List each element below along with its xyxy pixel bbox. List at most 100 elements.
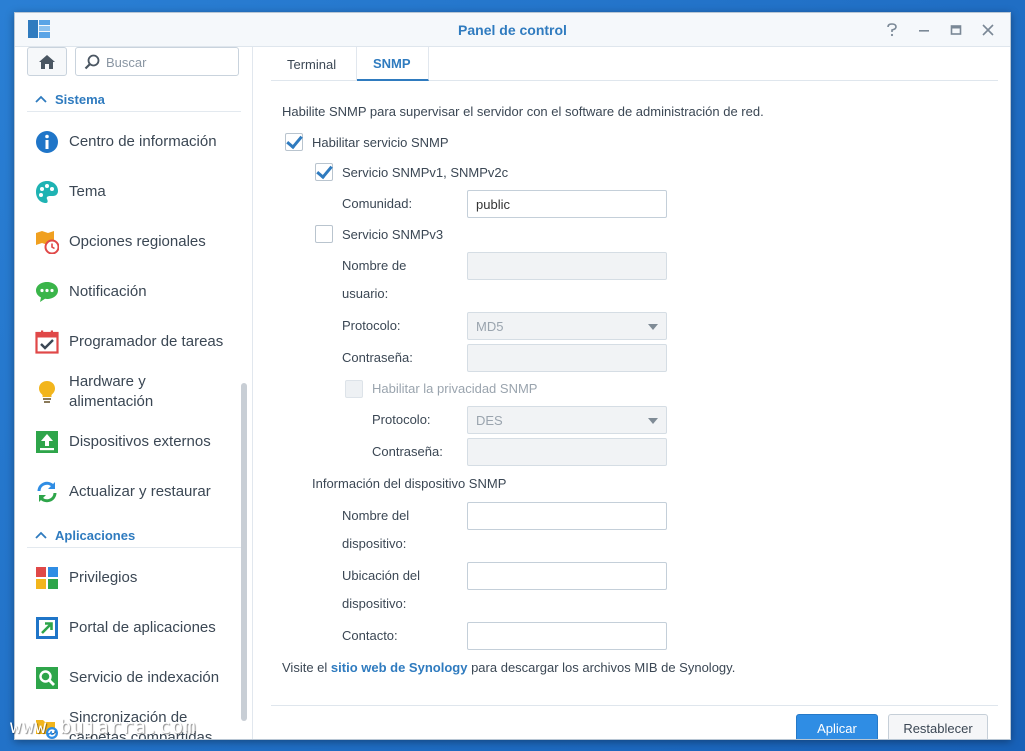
protocol-select[interactable]: MD5 <box>467 312 667 340</box>
sidebar-item-notificacion[interactable]: Notificación <box>27 272 241 312</box>
privacy-label: Habilitar la privacidad SNMP <box>372 381 538 396</box>
section-divider <box>27 111 241 112</box>
sidebar-item-tema[interactable]: Tema <box>27 172 241 212</box>
minimize-icon[interactable] <box>912 19 936 41</box>
device-name-input[interactable] <box>467 502 667 530</box>
chevron-down-icon <box>648 418 658 424</box>
privacy-password-label: Contraseña: <box>372 444 443 459</box>
sidebar-item-label: Servicio de indexación <box>69 669 220 686</box>
password-label: Contraseña: <box>342 350 413 365</box>
sidebar-item-label: Hardware y alimentación <box>69 372 153 412</box>
section-divider <box>27 547 241 548</box>
device-name-label-line1: Nombre del <box>342 508 410 523</box>
device-info-header: Información del dispositivo SNMP <box>312 476 507 491</box>
protocol-label: Protocolo: <box>342 318 401 333</box>
username-label-line1: Nombre de <box>342 258 407 273</box>
tab-terminal[interactable]: Terminal <box>271 47 357 81</box>
community-label: Comunidad: <box>342 196 413 211</box>
chevron-up-icon <box>35 95 47 103</box>
sidebar-item-centro-de-informacion[interactable]: Centro de información <box>27 122 241 162</box>
palette-icon <box>36 181 58 203</box>
sidebar-scrollbar[interactable] <box>241 383 247 721</box>
section-label: Sistema <box>55 91 105 107</box>
search-input[interactable] <box>106 52 234 72</box>
label-line-1: Hardware y <box>69 373 146 390</box>
footer-prefix: Visite el <box>282 660 328 675</box>
contact-input[interactable] <box>467 622 667 650</box>
sidebar-item-label: Notificación <box>69 283 147 300</box>
maximize-icon[interactable] <box>944 19 968 41</box>
protocol-value: MD5 <box>476 319 504 334</box>
sidebar-item-label: Actualizar y restaurar <box>69 483 211 500</box>
privacy-protocol-select[interactable]: DES <box>467 406 667 434</box>
sidebar-item-opciones-regionales[interactable]: Opciones regionales <box>27 222 241 262</box>
refresh-icon <box>37 481 57 503</box>
apply-button[interactable]: Aplicar <box>796 714 878 739</box>
tab-bar: Terminal SNMP <box>271 47 998 81</box>
snmp-v1v2c-checkbox[interactable] <box>315 163 333 181</box>
index-search-icon <box>36 667 58 689</box>
device-name-label-line2: dispositivo: <box>342 536 407 551</box>
contact-label: Contacto: <box>342 628 398 643</box>
privacy-password-input[interactable] <box>467 438 667 466</box>
home-button[interactable] <box>27 47 67 76</box>
sidebar-item-label: Tema <box>69 183 106 200</box>
sidebar-item-privilegios[interactable]: Privilegios <box>27 558 241 598</box>
section-label: Aplicaciones <box>55 527 136 543</box>
footer-divider <box>271 705 998 706</box>
enable-snmp-checkbox[interactable] <box>285 133 303 151</box>
external-device-icon <box>36 431 58 453</box>
section-header-sistema[interactable]: Sistema <box>35 90 105 108</box>
reset-button[interactable]: Restablecer <box>888 714 988 739</box>
chat-bubble-icon <box>36 282 58 302</box>
sidebar-item-label: Dispositivos externos <box>69 433 211 450</box>
label-line-2: alimentación <box>69 393 154 410</box>
control-panel-window: Panel de control Sistem <box>14 12 1011 740</box>
watermark-text: www.bujarra.com <box>10 716 197 738</box>
privacy-checkbox[interactable] <box>345 380 363 398</box>
username-input[interactable] <box>467 252 667 280</box>
portal-arrow-icon <box>36 617 58 639</box>
sidebar-item-dispositivos-externos[interactable]: Dispositivos externos <box>27 422 241 462</box>
password-input[interactable] <box>467 344 667 372</box>
device-location-label-line2: dispositivo: <box>342 596 407 611</box>
sidebar-item-label: Opciones regionales <box>69 233 206 250</box>
main-content: Terminal SNMP Habilite SNMP para supervi… <box>271 47 998 739</box>
synology-website-link[interactable]: sitio web de Synology <box>331 660 468 675</box>
device-location-input[interactable] <box>467 562 667 590</box>
close-icon[interactable] <box>976 19 1000 41</box>
privacy-protocol-value: DES <box>476 413 503 428</box>
window-title: Panel de control <box>458 22 567 38</box>
sidebar-item-portal-de-aplicaciones[interactable]: Portal de aplicaciones <box>27 608 241 648</box>
calendar-check-icon <box>35 330 59 354</box>
enable-snmp-label: Habilitar servicio SNMP <box>312 135 449 150</box>
sidebar-item-actualizar-y-restaurar[interactable]: Actualizar y restaurar <box>27 472 241 512</box>
mib-footer-text: Visite el sitio web de Synology para des… <box>282 660 735 675</box>
community-input[interactable] <box>467 190 667 218</box>
tab-snmp[interactable]: SNMP <box>357 47 429 81</box>
search-icon <box>84 54 100 70</box>
search-box[interactable] <box>75 47 239 76</box>
snmp-v3-checkbox[interactable] <box>315 225 333 243</box>
section-header-aplicaciones[interactable]: Aplicaciones <box>35 526 135 544</box>
sidebar-item-servicio-de-indexacion[interactable]: Servicio de indexación <box>27 658 241 698</box>
device-location-label-line1: Ubicación del <box>342 568 421 583</box>
privacy-protocol-label: Protocolo: <box>372 412 431 427</box>
privileges-icon <box>36 567 58 589</box>
snmp-intro-text: Habilite SNMP para supervisar el servido… <box>282 104 764 119</box>
title-bar: Panel de control <box>15 13 1010 47</box>
info-icon <box>36 131 58 153</box>
sidebar-item-label: Privilegios <box>69 569 138 586</box>
window-controls <box>880 19 1000 41</box>
chevron-down-icon <box>648 324 658 330</box>
home-icon <box>39 54 55 69</box>
sidebar-item-label: Centro de información <box>69 133 217 150</box>
snmp-v1v2c-label: Servicio SNMPv1, SNMPv2c <box>342 165 509 180</box>
sidebar-item-label: Portal de aplicaciones <box>69 619 216 636</box>
regional-clock-icon <box>36 231 59 254</box>
sidebar-item-hardware-y-alimentacion[interactable]: Hardware y alimentación <box>27 372 241 412</box>
sidebar-item-label: Programador de tareas <box>69 333 224 350</box>
sidebar-item-programador-de-tareas[interactable]: Programador de tareas <box>27 322 241 362</box>
help-icon[interactable] <box>880 19 904 41</box>
chevron-up-icon <box>35 531 47 539</box>
